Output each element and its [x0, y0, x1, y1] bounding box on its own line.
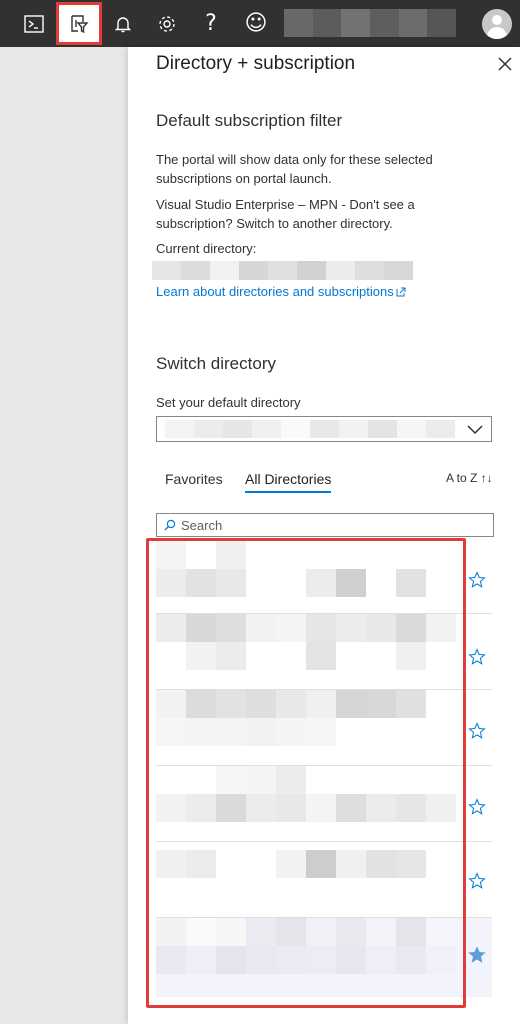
close-icon[interactable] [496, 55, 514, 73]
current-directory-value-redacted [152, 261, 413, 280]
feedback-button[interactable]: ☺ [236, 0, 276, 47]
cloud-shell-button[interactable] [14, 0, 54, 47]
directory-filter-button[interactable] [56, 2, 102, 45]
list-item[interactable] [156, 766, 492, 842]
directory-filter-icon [71, 14, 89, 33]
top-bar: ? ☺ [0, 0, 520, 47]
list-item[interactable] [156, 614, 492, 690]
list-item[interactable] [156, 541, 492, 614]
directory-list [156, 541, 492, 997]
tab-favorites[interactable]: Favorites [165, 471, 223, 487]
default-filter-heading: Default subscription filter [156, 111, 343, 130]
directory-name-redacted [156, 850, 456, 878]
settings-icon [159, 15, 175, 32]
list-item[interactable] [156, 918, 492, 997]
cloud-shell-icon [24, 14, 44, 33]
avatar[interactable] [482, 9, 512, 39]
favorite-star-icon[interactable] [468, 798, 486, 816]
favorite-star-icon[interactable] [468, 571, 486, 589]
directory-name-redacted [156, 918, 456, 974]
default-directory-select[interactable] [156, 416, 492, 442]
notifications-icon [114, 16, 132, 32]
search-input[interactable] [181, 516, 481, 534]
search-box[interactable] [156, 513, 494, 537]
search-icon [164, 519, 176, 531]
tab-all-directories[interactable]: All Directories [245, 471, 332, 493]
list-item[interactable] [156, 842, 492, 918]
directory-name-redacted [156, 541, 456, 597]
filter-description: The portal will show data only for these… [156, 152, 433, 186]
subscription-note: Visual Studio Enterprise – MPN - Don't s… [156, 197, 415, 231]
learn-directories-link[interactable]: Learn about directories and subscription… [156, 284, 406, 299]
favorite-star-icon[interactable] [468, 648, 486, 666]
default-directory-label: Set your default directory [156, 395, 301, 410]
notifications-button[interactable] [103, 0, 143, 47]
list-item[interactable] [156, 690, 492, 766]
favorite-star-icon[interactable] [468, 872, 486, 890]
directory-subscription-panel: Directory + subscription Default subscri… [128, 47, 520, 1024]
switch-directory-heading: Switch directory [156, 354, 276, 373]
feedback-icon: ☺ [244, 10, 268, 36]
favorite-star-filled-icon[interactable] [468, 946, 486, 964]
external-link-icon [396, 287, 406, 297]
directory-name-redacted [156, 766, 456, 822]
settings-button[interactable] [147, 0, 187, 47]
favorite-star-icon[interactable] [468, 722, 486, 740]
selected-directory-redacted [165, 420, 455, 438]
chevron-down-icon [467, 425, 483, 435]
directory-name-redacted [156, 614, 456, 670]
panel-title: Directory + subscription [156, 53, 356, 74]
directory-name-redacted [156, 690, 456, 746]
help-button[interactable]: ? [191, 0, 231, 47]
help-icon: ? [205, 10, 217, 36]
current-directory-label: Current directory: [156, 241, 257, 256]
account-info-redacted [284, 9, 457, 37]
sort-toggle[interactable]: A to Z ↑↓ [446, 471, 493, 485]
